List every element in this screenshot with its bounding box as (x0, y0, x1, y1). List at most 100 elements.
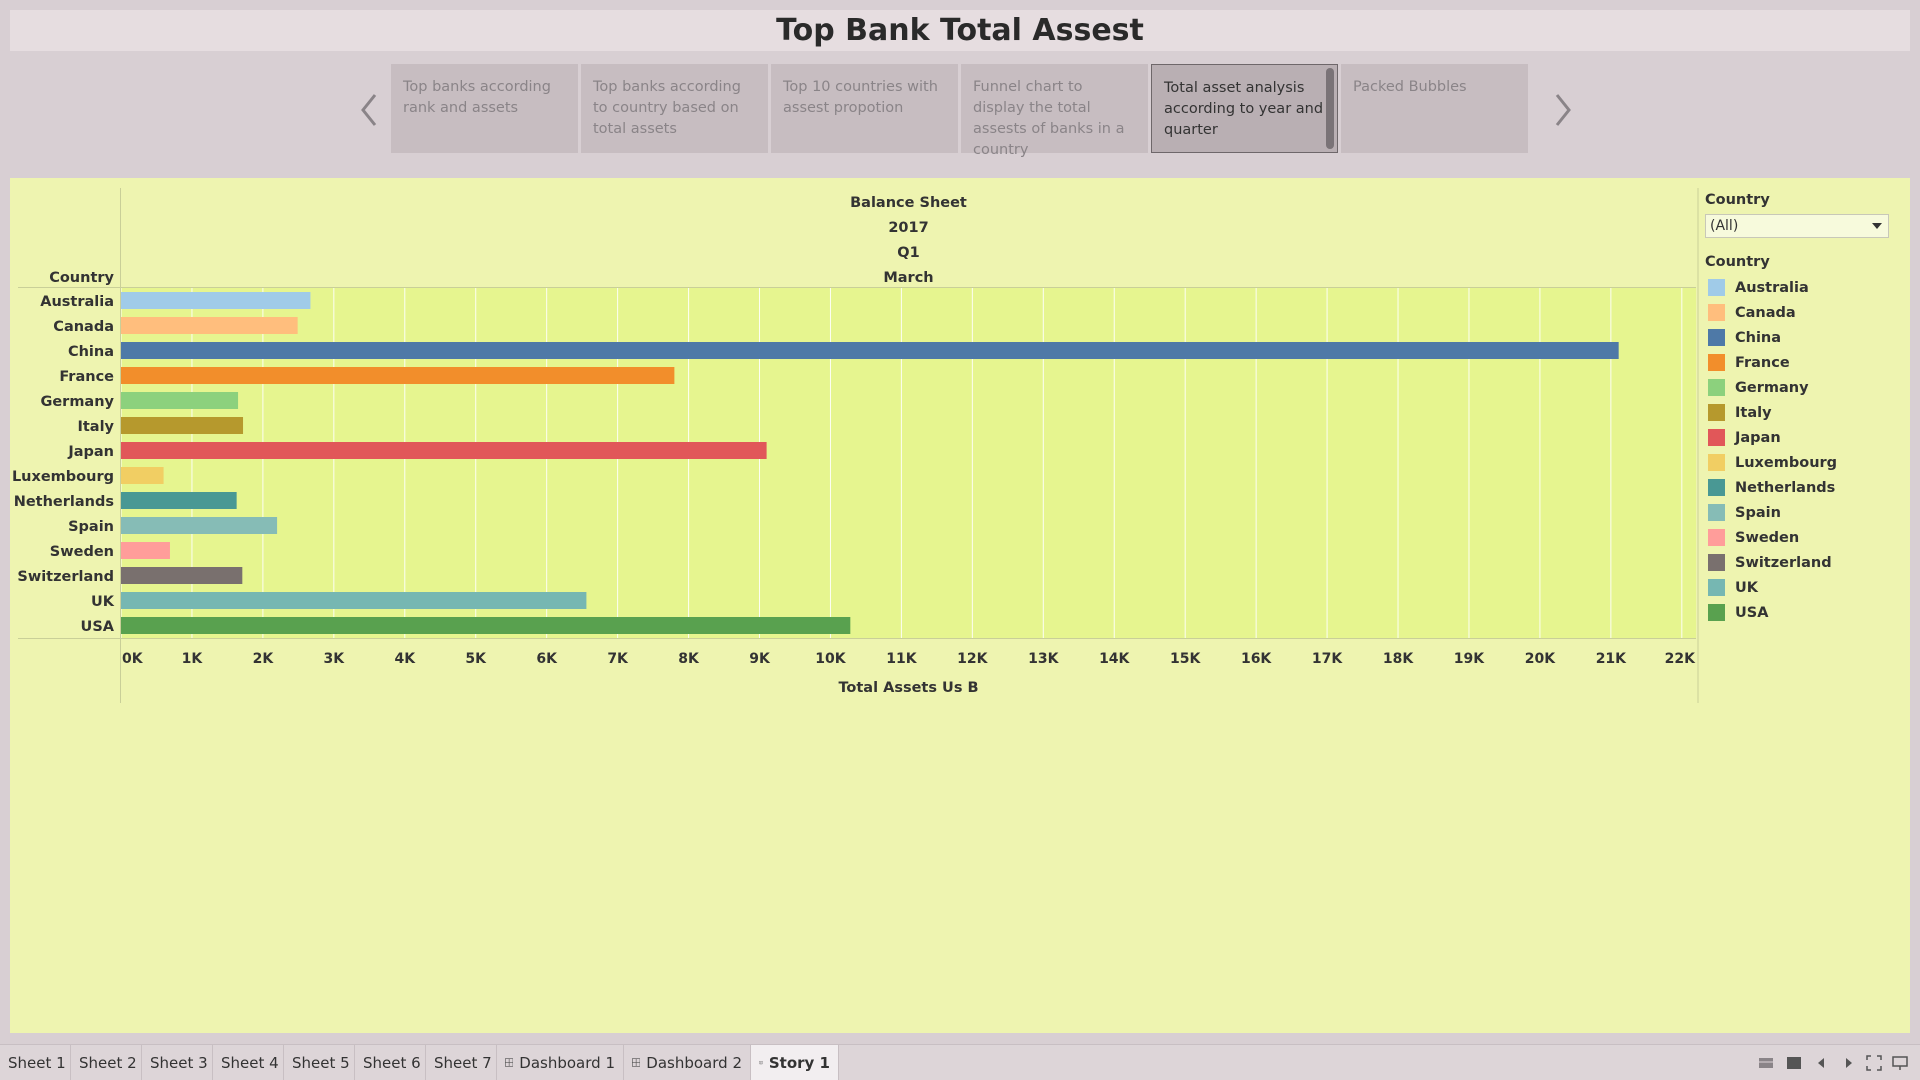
legend-item[interactable]: Italy (1705, 400, 1905, 425)
bar[interactable] (121, 617, 851, 634)
scrollbar-thumb[interactable] (1326, 68, 1334, 149)
story-icon (759, 1060, 763, 1065)
story-point-2[interactable]: Top banks according to country based on … (581, 64, 768, 153)
bar[interactable] (121, 392, 239, 409)
country-filter-dropdown[interactable]: (All) (1705, 214, 1889, 238)
legend-item[interactable]: Switzerland (1705, 550, 1905, 575)
story-point-label: Top banks according to country based on … (593, 79, 741, 137)
bar[interactable] (121, 467, 164, 484)
legend-item[interactable]: Netherlands (1705, 475, 1905, 500)
legend-item[interactable]: Australia (1705, 275, 1905, 300)
fullscreen-icon[interactable] (1866, 1055, 1882, 1071)
legend-swatch (1708, 604, 1725, 621)
legend-item[interactable]: China (1705, 325, 1905, 350)
sheet-tab[interactable]: Sheet 5 (284, 1045, 355, 1080)
show-sheet-icon[interactable] (1786, 1055, 1802, 1071)
sheet-tab[interactable]: Dashboard 2 (624, 1045, 751, 1080)
x-tick-label: 17K (1312, 651, 1343, 667)
legend-swatch (1708, 479, 1725, 496)
legend-label: China (1735, 329, 1782, 346)
story-point-label: Total asset analysis according to year a… (1164, 80, 1324, 138)
country-label: Australia (40, 294, 114, 310)
story-point-label: Funnel chart to display the total assest… (973, 79, 1125, 158)
previous-sheet-icon[interactable] (1814, 1055, 1830, 1071)
legend-item[interactable]: Japan (1705, 425, 1905, 450)
legend-swatch (1708, 554, 1725, 571)
country-label: Canada (53, 319, 114, 335)
bar[interactable] (121, 442, 767, 459)
legend-swatch (1708, 329, 1725, 346)
bar[interactable] (121, 292, 311, 309)
page-title: Top Bank Total Assest (776, 13, 1144, 48)
sheet-tab[interactable]: Sheet 2 (71, 1045, 142, 1080)
chevron-down-icon (1872, 223, 1882, 229)
sheet-tab[interactable]: Sheet 6 (355, 1045, 426, 1080)
previous-story-point-button[interactable] (351, 88, 387, 132)
bar[interactable] (121, 342, 1619, 359)
x-tick-label: 2K (253, 651, 275, 667)
bar[interactable] (121, 592, 587, 609)
x-tick-label: 12K (957, 651, 988, 667)
next-sheet-icon[interactable] (1840, 1055, 1856, 1071)
story-point-3[interactable]: Top 10 countries with assest propotion (771, 64, 958, 153)
next-story-point-button[interactable] (1545, 88, 1581, 132)
country-label: USA (81, 619, 115, 635)
x-tick-label: 15K (1170, 651, 1201, 667)
bar[interactable] (121, 542, 170, 559)
story-point-4[interactable]: Funnel chart to display the total assest… (961, 64, 1148, 158)
story-point-6[interactable]: Packed Bubbles (1341, 64, 1528, 153)
sheet-tab[interactable]: Sheet 1 (0, 1045, 71, 1080)
sheet-tab-label: Dashboard 1 (519, 1053, 615, 1072)
legend-item[interactable]: Luxembourg (1705, 450, 1905, 475)
x-tick-label: 7K (607, 651, 629, 667)
legend-item[interactable]: Sweden (1705, 525, 1905, 550)
legend-item[interactable]: Canada (1705, 300, 1905, 325)
sheet-tab[interactable]: Sheet 7 (426, 1045, 497, 1080)
column-header: 2017 (888, 220, 928, 236)
legend-label: Spain (1735, 504, 1781, 521)
title-bar: Top Bank Total Assest (10, 10, 1910, 51)
country-label: China (68, 344, 114, 360)
legend-item[interactable]: USA (1705, 600, 1905, 625)
story-navigator: Top banks according rank and assets Top b… (351, 64, 1581, 158)
story-point-1[interactable]: Top banks according rank and assets (391, 64, 578, 153)
sheet-tab[interactable]: Story 1 (751, 1045, 839, 1080)
bar[interactable] (121, 567, 243, 584)
legend-label: Canada (1735, 304, 1796, 321)
sheet-tab[interactable]: Dashboard 1 (497, 1045, 624, 1080)
legend: Australia Canada China France Germany Italy Ja… (1705, 275, 1905, 625)
legend-label: USA (1735, 604, 1769, 621)
story-point-5[interactable]: Total asset analysis according to year a… (1151, 64, 1338, 153)
row-header: Country (49, 270, 114, 286)
filter-title: Country (1705, 192, 1770, 208)
legend-item[interactable]: France (1705, 350, 1905, 375)
x-tick-label: 9K (749, 651, 771, 667)
legend-item[interactable]: Spain (1705, 500, 1905, 525)
legend-label: Italy (1735, 404, 1772, 421)
legend-item[interactable]: UK (1705, 575, 1905, 600)
bar[interactable] (121, 492, 237, 509)
sheet-tab[interactable]: Sheet 3 (142, 1045, 213, 1080)
bar[interactable] (121, 317, 298, 334)
column-header: Balance Sheet (850, 195, 967, 211)
presentation-mode-icon[interactable] (1892, 1055, 1908, 1071)
bar[interactable] (121, 367, 675, 384)
legend-label: UK (1735, 579, 1759, 596)
x-tick-label: 11K (886, 651, 917, 667)
chevron-left-icon (361, 94, 377, 126)
show-filmstrip-icon[interactable] (1758, 1055, 1774, 1071)
legend-item[interactable]: Germany (1705, 375, 1905, 400)
legend-label: Sweden (1735, 529, 1800, 546)
x-tick-label: 20K (1525, 651, 1556, 667)
dashboard-icon (505, 1058, 514, 1067)
sheet-tab-label: Sheet 1 (8, 1053, 66, 1072)
sheet-tab[interactable]: Sheet 4 (213, 1045, 284, 1080)
x-tick-label: 10K (815, 651, 846, 667)
x-tick-label: 6K (536, 651, 558, 667)
country-label: UK (91, 594, 115, 610)
bar[interactable] (121, 417, 244, 434)
bar[interactable] (121, 517, 278, 534)
legend-swatch (1708, 279, 1725, 296)
x-tick-label: 21K (1596, 651, 1627, 667)
sheet-tab-label: Sheet 6 (363, 1053, 421, 1072)
